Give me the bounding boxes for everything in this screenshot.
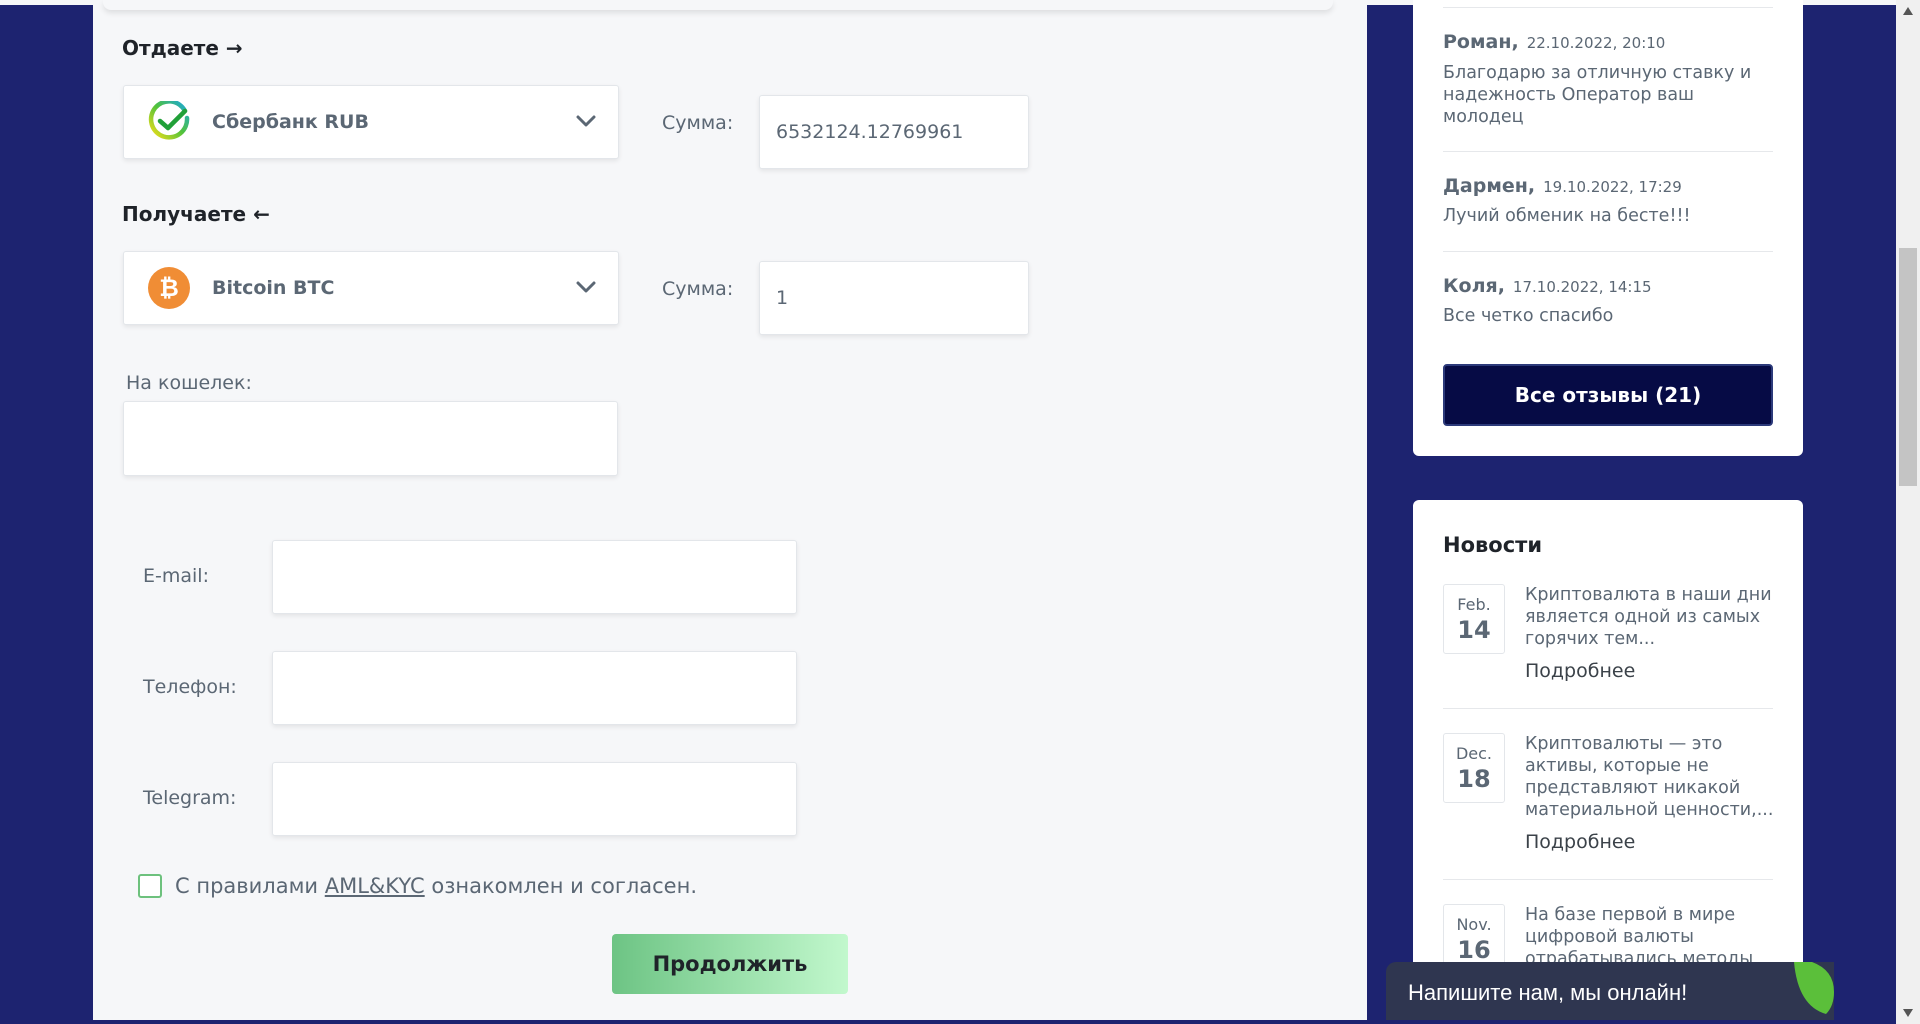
review-header: Коля, 17.10.2022, 14:15 <box>1443 275 1652 297</box>
review-date: 19.10.2022, 17:29 <box>1543 178 1682 196</box>
leaf-icon <box>1794 962 1834 1014</box>
news-more-link[interactable]: Подробнее <box>1525 831 1635 853</box>
chat-widget[interactable]: Напишите нам, мы онлайн! <box>1386 962 1834 1024</box>
phone-label: Телефон: <box>143 676 237 698</box>
review-author: Дармен, <box>1443 175 1536 197</box>
email-label: E-mail: <box>143 565 209 587</box>
phone-input[interactable] <box>272 651 797 725</box>
aml-kyc-link[interactable]: AML&KYC <box>325 874 425 898</box>
news-day: 18 <box>1457 765 1491 793</box>
get-sum-label: Сумма: <box>662 278 734 300</box>
wallet-input[interactable] <box>123 401 618 476</box>
continue-button[interactable]: Продолжить <box>612 934 848 994</box>
review-date: 22.10.2022, 20:10 <box>1526 34 1666 52</box>
aml-checkbox[interactable] <box>138 874 162 898</box>
bitcoin-logo-icon: ₿ <box>148 267 190 309</box>
give-label: Отдаете → <box>122 36 243 60</box>
get-currency-select[interactable]: ₿ Bitcoin BTC <box>123 251 619 325</box>
aml-agreement-text: С правилами AML&KYC ознакомлен и согласе… <box>175 874 697 898</box>
sberbank-logo-icon <box>148 101 190 140</box>
review-header: Роман, 22.10.2022, 20:10 <box>1443 31 1665 53</box>
scroll-up-icon[interactable] <box>1902 6 1914 16</box>
news-text: Криптовалюта в наши дни является одной и… <box>1525 585 1772 649</box>
agree-prefix: С правилами <box>175 874 325 898</box>
news-date-badge: Dec. 18 <box>1443 733 1505 803</box>
scroll-thumb[interactable] <box>1899 248 1917 486</box>
review-date: 17.10.2022, 14:15 <box>1512 278 1652 296</box>
news-divider <box>1443 708 1773 709</box>
review-divider <box>1443 151 1773 152</box>
wallet-label: На кошелек: <box>126 372 252 394</box>
svg-text:₿: ₿ <box>159 274 179 302</box>
review-author: Коля, <box>1443 275 1505 297</box>
news-title: Новости <box>1443 533 1543 557</box>
give-sum-label: Сумма: <box>662 112 734 134</box>
news-month: Nov. <box>1456 915 1492 934</box>
review-divider <box>1443 251 1773 252</box>
panel-top-edge <box>103 0 1333 10</box>
chevron-down-icon <box>576 115 596 127</box>
all-reviews-button[interactable]: Все отзывы (21) <box>1443 364 1773 426</box>
news-date-badge: Feb. 14 <box>1443 584 1505 654</box>
get-sum-input[interactable]: 1 <box>759 261 1029 335</box>
telegram-label: Telegram: <box>143 787 237 809</box>
review-header: Дармен, 19.10.2022, 17:29 <box>1443 175 1682 197</box>
get-label: Получаете ← <box>122 202 270 226</box>
telegram-input[interactable] <box>272 762 797 836</box>
give-currency-select[interactable]: Сбербанк RUB <box>123 85 619 159</box>
news-day: 16 <box>1457 936 1491 964</box>
review-text: Все четко спасибо <box>1443 306 1614 326</box>
page-bottom-edge <box>0 1020 1896 1024</box>
give-currency-label: Сбербанк RUB <box>212 111 369 133</box>
aml-agreement: С правилами AML&KYC ознакомлен и согласе… <box>138 874 697 898</box>
news-text: На базе первой в мире цифровой валюты от… <box>1525 905 1754 969</box>
news-text: Криптовалюты — это активы, которые не пр… <box>1525 734 1774 820</box>
news-card: Новости Feb. 14 Криптовалюта в наши дни … <box>1413 500 1803 1024</box>
review-text: Лучий обменик на бесте!!! <box>1443 206 1691 226</box>
review-divider <box>1443 7 1773 8</box>
news-more-link[interactable]: Подробнее <box>1525 660 1635 682</box>
email-input[interactable] <box>272 540 797 614</box>
chevron-down-icon <box>576 281 596 293</box>
give-sum-input[interactable]: 6532124.12769961 <box>759 95 1029 169</box>
chat-label: Напишите нам, мы онлайн! <box>1408 980 1688 1005</box>
get-currency-label: Bitcoin BTC <box>212 277 335 299</box>
review-author: Роман, <box>1443 31 1519 53</box>
news-divider <box>1443 879 1773 880</box>
news-month: Dec. <box>1455 744 1493 763</box>
page-scrollbar[interactable] <box>1896 0 1920 1024</box>
reviews-card: Роман, 22.10.2022, 20:10 Благодарю за от… <box>1413 0 1803 456</box>
agree-suffix: ознакомлен и согласен. <box>424 874 698 898</box>
review-text: Благодарю за отличную ставку и надежност… <box>1443 63 1752 127</box>
scroll-down-icon[interactable] <box>1902 1008 1914 1018</box>
news-month: Feb. <box>1457 595 1491 614</box>
news-day: 14 <box>1457 616 1491 644</box>
